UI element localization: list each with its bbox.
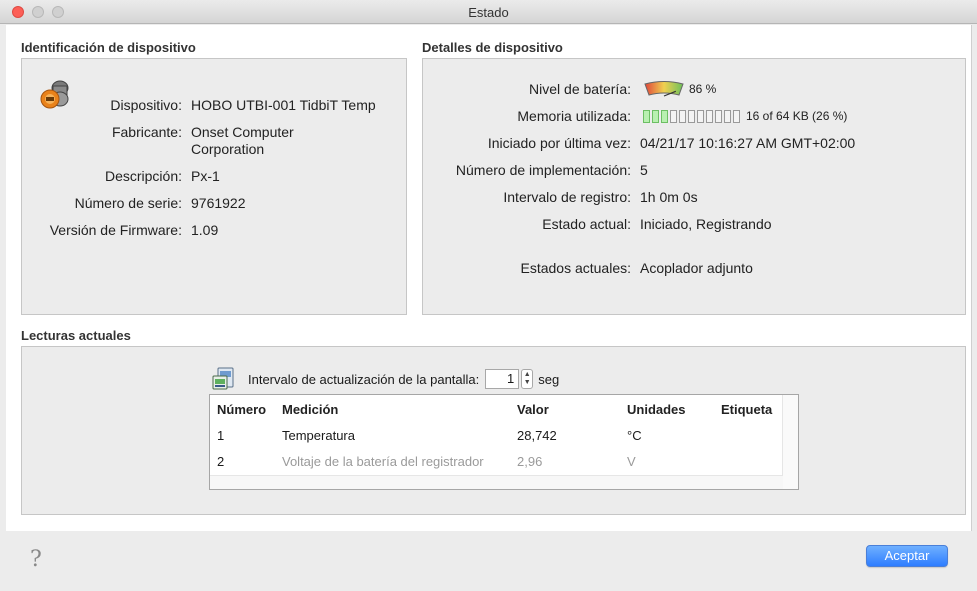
current-state-label: Estado actual: (542, 216, 631, 232)
row1-value[interactable]: 28,742 (517, 428, 557, 443)
status-window: Estado Identificación de dispositivo Dis… (0, 0, 977, 591)
manufacturer-label: Fabricante: (111, 124, 182, 140)
field-manufacturer: Fabricante: Onset Computer (22, 124, 294, 140)
memory-segment (715, 109, 722, 123)
battery-label: Nivel de batería: (529, 81, 631, 97)
memory-segment (724, 109, 731, 123)
memory-label: Memoria utilizada: (517, 108, 631, 124)
device-identification-title: Identificación de dispositivo (21, 40, 196, 55)
field-last-started: Iniciado por última vez: 04/21/17 10:16:… (423, 135, 855, 151)
table-vertical-scrollbar[interactable] (782, 395, 798, 489)
refresh-interval-row: Intervalo de actualización de la pantall… (212, 367, 559, 391)
device-label: Dispositivo: (110, 97, 182, 113)
manufacturer-value-line1: Onset Computer (191, 124, 294, 140)
current-readings-panel: Intervalo de actualización de la pantall… (21, 346, 966, 515)
row2-units[interactable]: V (627, 454, 636, 469)
accept-button[interactable]: Aceptar (866, 545, 948, 567)
memory-value: 16 of 64 KB (26 %) (746, 109, 848, 123)
last-started-label: Iniciado por última vez: (487, 135, 631, 151)
column-header-number[interactable]: Número (217, 402, 266, 417)
content-area: Identificación de dispositivo Dispositiv… (6, 25, 972, 531)
serial-number-label: Número de serie: (74, 195, 182, 211)
memory-segment (670, 109, 677, 123)
current-states-label: Estados actuales: (520, 260, 631, 276)
device-details-title: Detalles de dispositivo (422, 40, 563, 55)
device-details-panel: Nivel de batería: 86 % Memoria utilizada… (422, 58, 966, 315)
field-current-state: Estado actual: Iniciado, Registrando (423, 216, 772, 232)
refresh-interval-unit: seg (538, 371, 560, 387)
readings-table-body: Número Medición Valor Unidades Etiqueta … (210, 395, 783, 475)
firmware-label: Versión de Firmware: (49, 222, 182, 238)
refresh-interval-label: Intervalo de actualización de la pantall… (248, 371, 480, 387)
row1-units[interactable]: °C (627, 428, 642, 443)
memory-segment (733, 109, 740, 123)
column-header-measurement[interactable]: Medición (282, 402, 338, 417)
row1-measurement[interactable]: Temperatura (282, 428, 355, 443)
logging-interval-value: 1h 0m 0s (640, 189, 698, 205)
memory-segment (679, 109, 686, 123)
help-icon[interactable]: ? (30, 547, 52, 572)
readings-table[interactable]: Número Medición Valor Unidades Etiqueta … (209, 394, 799, 490)
memory-segment (688, 109, 695, 123)
field-manufacturer-line2: Corporation (191, 141, 264, 157)
deployment-number-value: 5 (640, 162, 648, 178)
field-device: Dispositivo: HOBO UTBI-001 TidbiT Temp (22, 97, 376, 113)
field-deployment-number: Número de implementación: 5 (423, 162, 648, 178)
stepper-up-icon[interactable]: ▲ (524, 371, 531, 379)
field-memory: Memoria utilizada: 16 of 64 KB (26 %) (423, 108, 847, 124)
field-current-states: Estados actuales: Acoplador adjunto (423, 260, 753, 276)
battery-value: 86 % (689, 82, 717, 96)
logging-interval-label: Intervalo de registro: (503, 189, 631, 205)
window-title: Estado (468, 5, 509, 20)
dialog-footer: ? Aceptar (0, 531, 977, 591)
stepper-down-icon[interactable]: ▼ (524, 379, 531, 387)
column-header-label[interactable]: Etiqueta (721, 402, 772, 417)
deployment-number-label: Número de implementación: (455, 162, 631, 178)
manufacturer-value-line2: Corporation (191, 141, 265, 157)
field-battery: Nivel de batería: 86 % (423, 81, 716, 97)
accept-button-label: Aceptar (884, 548, 930, 563)
serial-number-value: 9761922 (191, 195, 246, 211)
current-readings-title: Lecturas actuales (21, 328, 131, 343)
memory-segment (697, 109, 704, 123)
description-value: Px-1 (191, 168, 220, 184)
table-horizontal-scrollbar[interactable] (210, 475, 783, 489)
refresh-interval-stepper[interactable]: ▲ ▼ (521, 369, 534, 389)
row2-number[interactable]: 2 (217, 454, 224, 469)
current-states-value: Acoplador adjunto (640, 260, 753, 276)
field-description: Descripción: Px-1 (22, 168, 220, 184)
memory-segment (661, 109, 668, 123)
device-identification-panel: Dispositivo: HOBO UTBI-001 TidbiT Temp F… (21, 58, 407, 315)
field-serial-number: Número de serie: 9761922 (22, 195, 246, 211)
current-state-value: Iniciado, Registrando (640, 216, 772, 232)
title-bar: Estado (0, 0, 977, 24)
description-label: Descripción: (104, 168, 182, 184)
row1-number[interactable]: 1 (217, 428, 224, 443)
display-refresh-icon (212, 367, 234, 390)
memory-segment (706, 109, 713, 123)
refresh-interval-input[interactable]: 1 (485, 369, 520, 389)
memory-segment (652, 109, 659, 123)
row2-measurement[interactable]: Voltaje de la batería del registrador (282, 454, 484, 469)
field-firmware: Versión de Firmware: 1.09 (22, 222, 219, 238)
row2-value[interactable]: 2,96 (517, 454, 542, 469)
device-value: HOBO UTBI-001 TidbiT Temp (191, 97, 376, 113)
memory-usage-bar (643, 109, 740, 123)
firmware-value: 1.09 (191, 222, 219, 238)
memory-segment (643, 109, 650, 123)
field-logging-interval: Intervalo de registro: 1h 0m 0s (423, 189, 698, 205)
column-header-units[interactable]: Unidades (627, 402, 686, 417)
last-started-value: 04/21/17 10:16:27 AM GMT+02:00 (640, 135, 856, 151)
battery-gauge-icon (644, 81, 684, 97)
column-header-value[interactable]: Valor (517, 402, 549, 417)
